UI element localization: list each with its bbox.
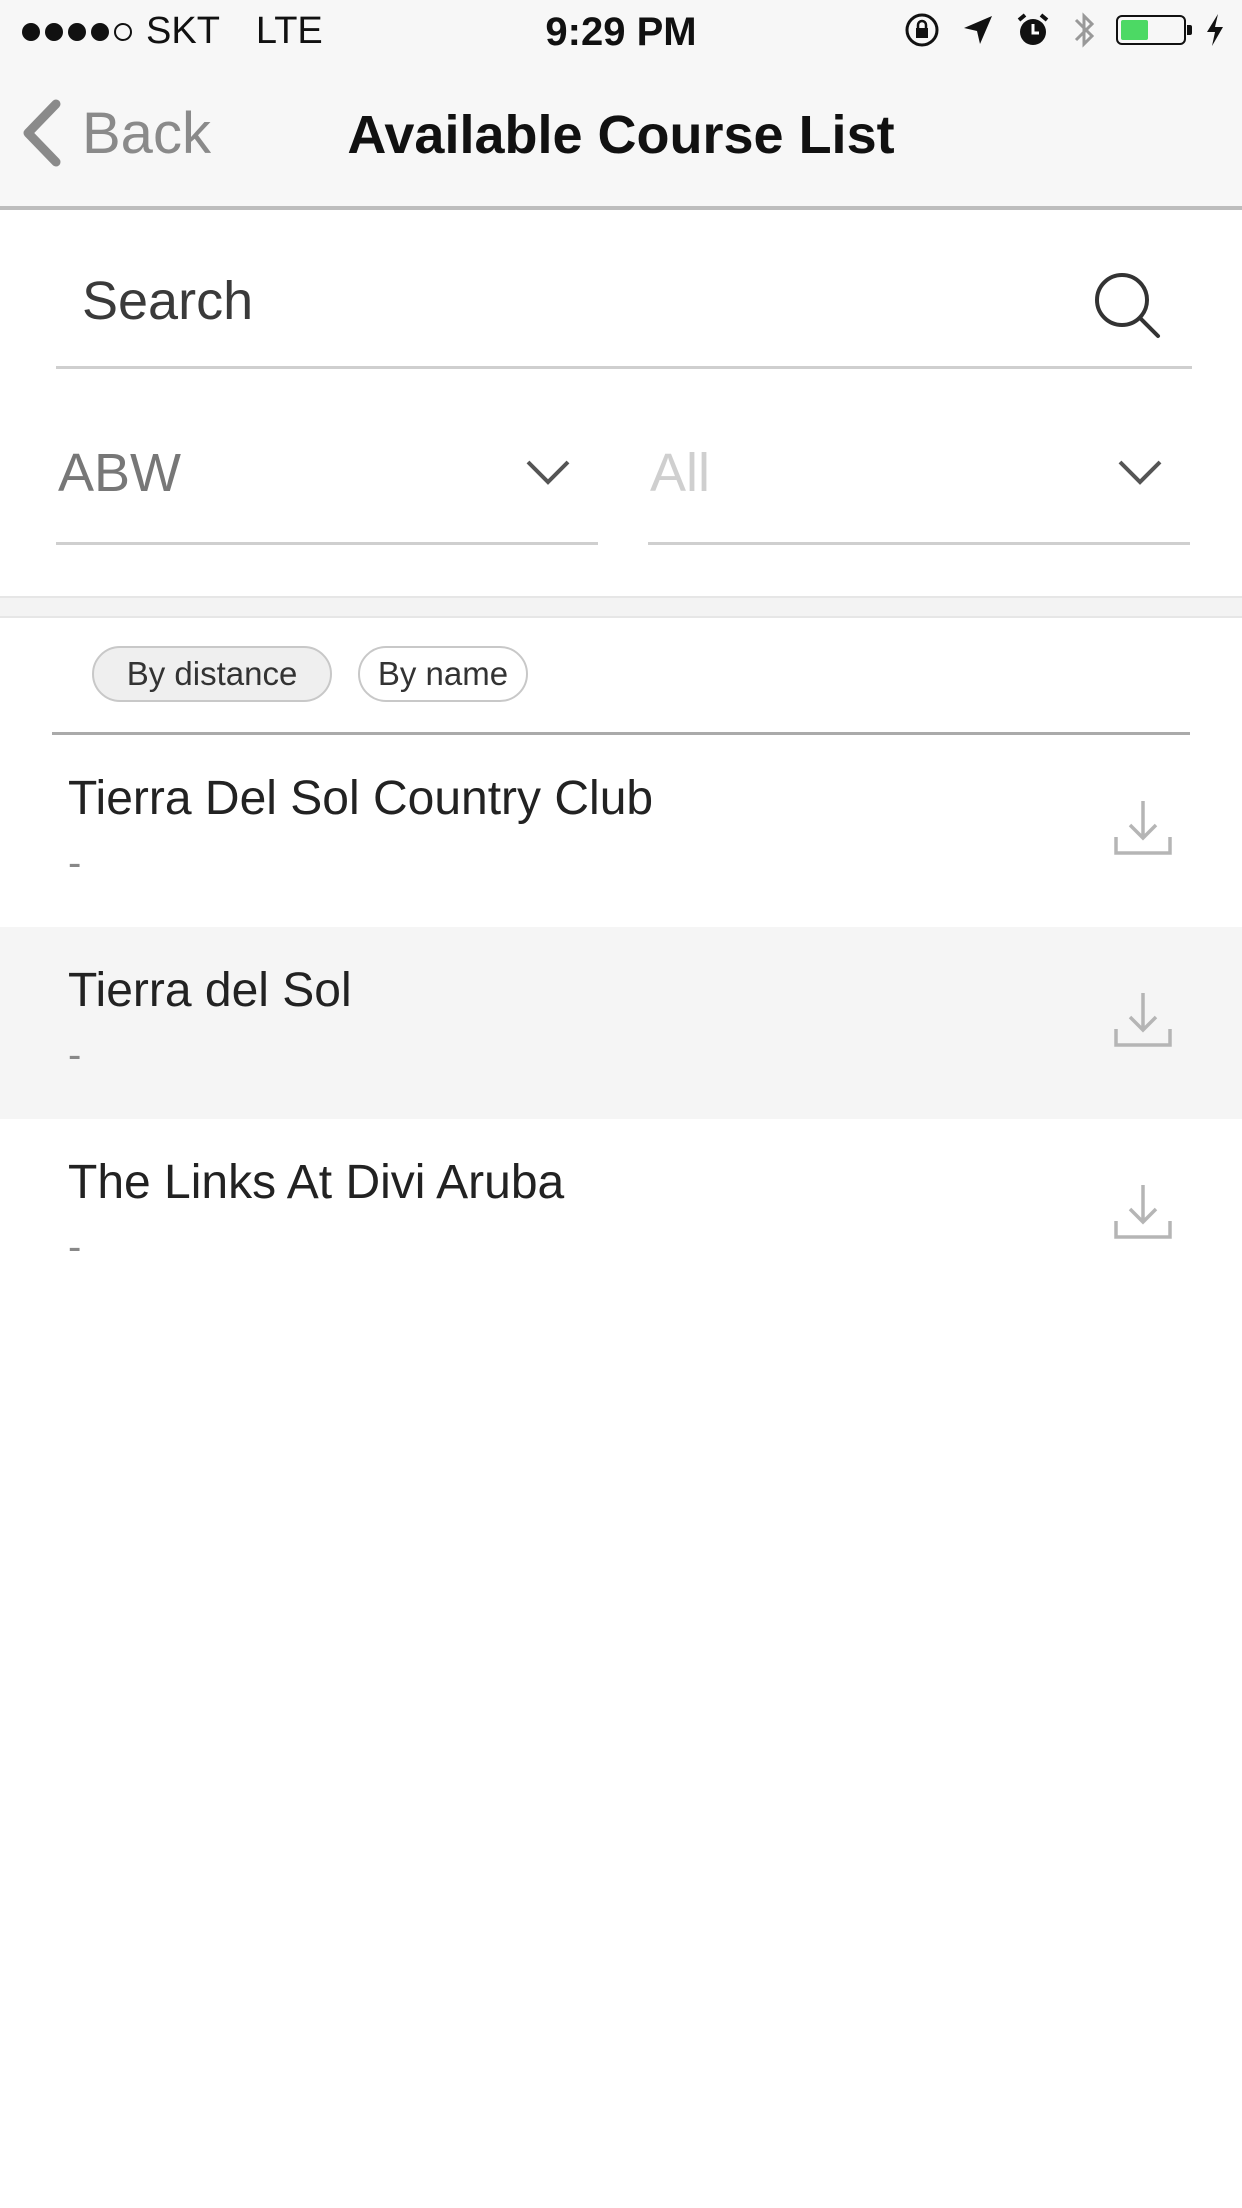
region-value: All bbox=[650, 443, 711, 503]
download-icon[interactable] bbox=[1112, 989, 1174, 1051]
download-icon[interactable] bbox=[1112, 1181, 1174, 1243]
status-right bbox=[902, 10, 1226, 50]
country-value: ABW bbox=[58, 443, 182, 503]
navigation-bar: Back Available Course List bbox=[0, 66, 1242, 210]
course-detail: - bbox=[68, 1225, 82, 1269]
list-item[interactable]: The Links At Divi Aruba - bbox=[0, 1119, 1242, 1311]
sort-by-name-button[interactable]: By name bbox=[358, 646, 528, 702]
location-arrow-icon bbox=[964, 16, 992, 44]
page-title: Available Course List bbox=[347, 105, 895, 165]
chevron-down-icon bbox=[1118, 460, 1162, 485]
list-item[interactable]: Tierra del Sol - bbox=[0, 927, 1242, 1119]
rotation-lock-icon bbox=[905, 13, 939, 47]
section-divider bbox=[0, 596, 1242, 618]
search-input[interactable] bbox=[80, 260, 1044, 342]
search-bar bbox=[56, 240, 1192, 369]
course-detail: - bbox=[68, 841, 82, 885]
alarm-icon bbox=[1017, 13, 1049, 45]
course-name: Tierra del Sol bbox=[68, 964, 352, 1017]
list-item[interactable]: Tierra Del Sol Country Club - bbox=[0, 735, 1242, 927]
course-name: Tierra Del Sol Country Club bbox=[68, 772, 654, 825]
course-name: The Links At Divi Aruba bbox=[68, 1156, 565, 1209]
region-dropdown[interactable]: All bbox=[648, 418, 1190, 545]
chevron-down-icon bbox=[526, 460, 570, 485]
bluetooth-icon bbox=[1074, 12, 1095, 48]
download-icon[interactable] bbox=[1112, 797, 1174, 859]
charging-bolt-icon bbox=[1207, 14, 1223, 46]
sort-by-distance-button[interactable]: By distance bbox=[92, 646, 332, 702]
search-icon[interactable] bbox=[1092, 270, 1162, 340]
country-dropdown[interactable]: ABW bbox=[56, 418, 598, 545]
battery-icon bbox=[1116, 15, 1192, 45]
course-detail: - bbox=[68, 1033, 82, 1077]
